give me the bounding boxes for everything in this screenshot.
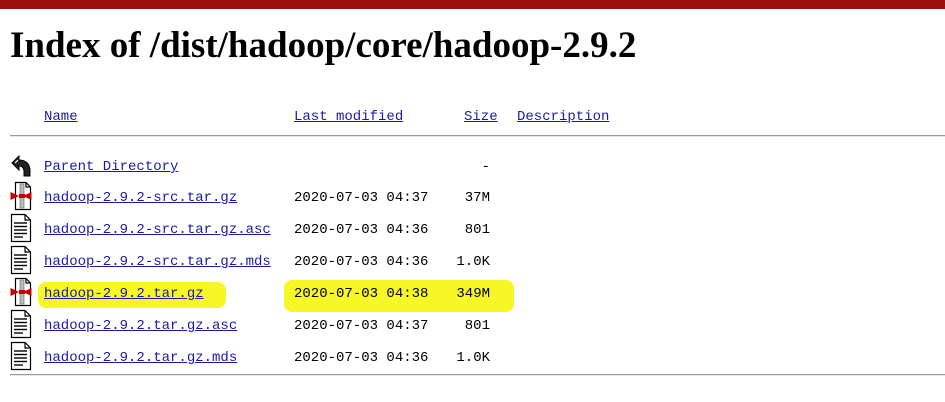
column-header-last-modified[interactable]: Last modified	[294, 108, 403, 126]
page-title: Index of /dist/hadoop/core/hadoop-2.9.2	[10, 25, 637, 66]
file-link[interactable]: hadoop-2.9.2-src.tar.gz	[44, 189, 237, 207]
size-cell: 37M	[464, 190, 490, 206]
file-link[interactable]: hadoop-2.9.2.tar.gz.mds	[44, 349, 237, 367]
parent-directory-row: Parent Directory -	[0, 150, 945, 182]
text-file-icon	[10, 213, 32, 243]
size-cell: 349M	[456, 286, 490, 302]
file-link[interactable]: Parent Directory	[44, 158, 178, 176]
file-link[interactable]: hadoop-2.9.2.tar.gz.asc	[44, 317, 237, 335]
file-row: hadoop-2.9.2-src.tar.gz 2020-07-03 04:37 3…	[0, 181, 945, 213]
size-cell: 1.0K	[456, 350, 490, 366]
size-cell: 801	[464, 222, 490, 238]
last-modified-cell: 2020-07-03 04:36	[294, 222, 429, 238]
back-arrow-icon	[10, 150, 32, 180]
file-row-highlighted: hadoop-2.9.2.tar.gz 2020-07-03 04:38 349M	[0, 277, 945, 309]
top-accent-bar	[0, 0, 945, 9]
footer-divider	[10, 374, 945, 376]
text-file-icon	[10, 309, 32, 339]
file-link[interactable]: hadoop-2.9.2-src.tar.gz.asc	[44, 221, 271, 239]
last-modified-cell: 2020-07-03 04:36	[294, 254, 429, 270]
last-modified-cell: 2020-07-03 04:37	[294, 190, 429, 206]
column-header-name[interactable]: Name	[44, 108, 78, 126]
compressed-file-icon	[10, 277, 32, 307]
last-modified-cell: 2020-07-03 04:37	[294, 318, 429, 334]
file-row: hadoop-2.9.2.tar.gz.asc 2020-07-03 04:37 8…	[0, 309, 945, 341]
header-divider	[10, 135, 945, 137]
text-file-icon	[10, 341, 32, 371]
column-header-description[interactable]: Description	[517, 108, 609, 126]
last-modified-cell: 2020-07-03 04:36	[294, 350, 429, 366]
file-row: hadoop-2.9.2.tar.gz.mds 2020-07-03 04:36 1…	[0, 341, 945, 373]
size-cell: 801	[464, 318, 490, 334]
file-row: hadoop-2.9.2-src.tar.gz.mds 2020-07-03 04…	[0, 245, 945, 277]
file-row: hadoop-2.9.2-src.tar.gz.asc 2020-07-03 04…	[0, 213, 945, 245]
file-link[interactable]: hadoop-2.9.2-src.tar.gz.mds	[44, 253, 271, 271]
compressed-file-icon	[10, 181, 32, 211]
file-link[interactable]: hadoop-2.9.2.tar.gz	[44, 285, 204, 303]
text-file-icon	[10, 245, 32, 275]
size-cell: 1.0K	[456, 254, 490, 270]
size-cell: -	[481, 159, 490, 175]
column-header-size[interactable]: Size	[464, 108, 498, 126]
last-modified-cell: 2020-07-03 04:38	[294, 286, 429, 302]
